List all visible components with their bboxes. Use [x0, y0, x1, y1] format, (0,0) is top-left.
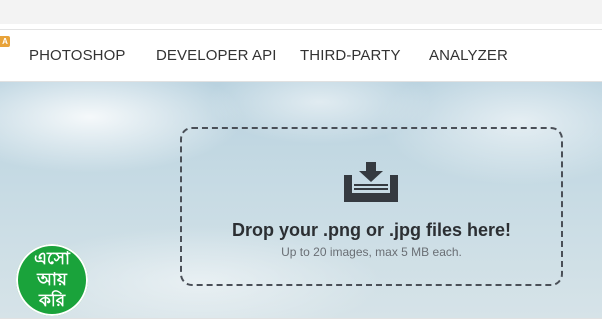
page: A PHOTOSHOP DEVELOPER API THIRD-PARTY AN…	[0, 0, 602, 323]
nav-item-developer-api[interactable]: DEVELOPER API	[156, 47, 277, 64]
logo-line-2: আয়	[37, 270, 67, 289]
nav-badge: A	[0, 36, 10, 47]
nav-item-analyzer[interactable]: ANALYZER	[429, 47, 508, 64]
nav-item-third-party[interactable]: THIRD-PARTY	[300, 47, 401, 64]
site-logo-badge[interactable]: এসো আয় করি	[16, 244, 88, 316]
logo-line-1: এসো	[34, 249, 70, 268]
hero-bottom-border	[0, 318, 602, 323]
logo-text: এসো আয় করি	[16, 248, 88, 311]
dropzone-title: Drop your .png or .jpg files here!	[231, 220, 512, 240]
nav-item-photoshop[interactable]: PHOTOSHOP	[29, 47, 125, 64]
logo-line-3: করি	[38, 291, 66, 310]
browser-top-strip	[0, 0, 602, 24]
dropzone-subtitle: Up to 20 images, max 5 MB each.	[281, 245, 462, 259]
main-navbar: A PHOTOSHOP DEVELOPER API THIRD-PARTY AN…	[0, 30, 602, 82]
download-tray-icon	[344, 162, 398, 202]
file-dropzone[interactable]: Drop your .png or .jpg files here! Up to…	[180, 127, 563, 286]
